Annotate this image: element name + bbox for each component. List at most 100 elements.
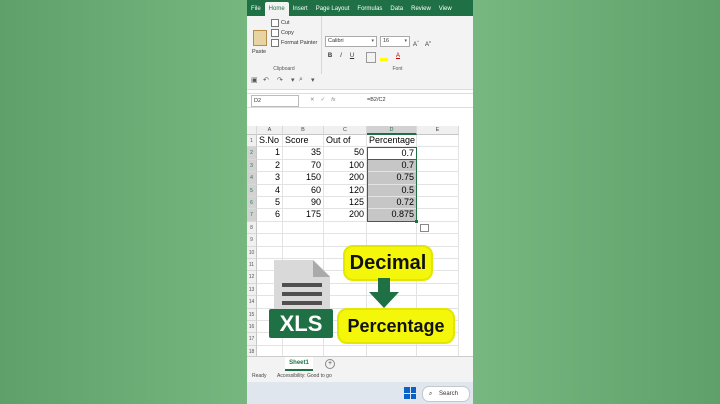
cell-d5[interactable]: 0.5: [367, 184, 417, 197]
undo-icon[interactable]: ↶: [263, 76, 269, 84]
row-header-17[interactable]: 17: [247, 333, 257, 346]
cell-b8[interactable]: [283, 221, 324, 235]
accessibility-status[interactable]: Accessibility: Good to go: [277, 371, 332, 382]
column-header-e[interactable]: E: [417, 126, 459, 135]
cell-d3[interactable]: 0.7: [367, 159, 417, 173]
sheet-tab-sheet1[interactable]: Sheet1: [285, 357, 313, 371]
cell-a10[interactable]: [257, 246, 283, 259]
cell-a4[interactable]: 3: [257, 172, 283, 185]
cell-e1[interactable]: [417, 135, 459, 148]
cell-a9[interactable]: [257, 234, 283, 247]
row-header-9[interactable]: 9: [247, 234, 257, 247]
cell-a2[interactable]: 1: [257, 147, 283, 160]
row-header-14[interactable]: 14: [247, 296, 257, 309]
bold-button[interactable]: B: [326, 52, 334, 61]
cell-d2[interactable]: 0.7: [367, 147, 417, 160]
function-icon[interactable]: fx: [331, 97, 335, 103]
add-sheet-button[interactable]: +: [325, 359, 335, 369]
cancel-icon[interactable]: ✕: [310, 97, 315, 103]
name-box[interactable]: D2: [251, 95, 299, 107]
cell-a8[interactable]: [257, 221, 283, 235]
cell-b10[interactable]: [283, 246, 324, 259]
cell-c6[interactable]: 125: [324, 197, 367, 210]
paste-icon[interactable]: [253, 30, 267, 46]
tab-formulas[interactable]: Formulas: [353, 2, 386, 16]
cell-c3[interactable]: 100: [324, 159, 367, 173]
cell-e14[interactable]: [417, 296, 459, 309]
cell-e7[interactable]: [417, 209, 459, 222]
cell-d1[interactable]: Percentage: [367, 135, 417, 148]
select-all-corner[interactable]: [247, 126, 257, 135]
tab-view[interactable]: View: [435, 2, 456, 16]
cell-b5[interactable]: 60: [283, 184, 324, 197]
formula-input[interactable]: =B2/C2: [367, 95, 386, 105]
quick-analysis-icon[interactable]: [420, 223, 429, 232]
italic-button[interactable]: I: [337, 52, 345, 61]
cell-a1[interactable]: S.No: [257, 135, 283, 148]
tab-review[interactable]: Review: [407, 2, 435, 16]
cell-b2[interactable]: 35: [283, 147, 324, 160]
row-header-5[interactable]: 5: [247, 184, 257, 197]
cell-a7[interactable]: 6: [257, 209, 283, 222]
cell-b7[interactable]: 175: [283, 209, 324, 222]
cell-c14[interactable]: [324, 296, 367, 309]
tab-data[interactable]: Data: [386, 2, 407, 16]
copy-button[interactable]: Copy: [271, 29, 294, 37]
column-header-d[interactable]: D: [367, 126, 417, 135]
tab-page-layout[interactable]: Page Layout: [312, 2, 354, 16]
cell-e6[interactable]: [417, 197, 459, 210]
tab-home[interactable]: Home: [264, 2, 289, 16]
cell-c1[interactable]: Out of: [324, 135, 367, 148]
cell-e5[interactable]: [417, 184, 459, 197]
cell-b6[interactable]: 90: [283, 197, 324, 210]
cell-d4[interactable]: 0.75: [367, 172, 417, 185]
column-header-c[interactable]: C: [324, 126, 367, 135]
save-icon[interactable]: ▣: [251, 76, 258, 84]
borders-icon[interactable]: [366, 52, 376, 63]
font-family-select[interactable]: Calibri ▾: [325, 36, 377, 47]
cut-button[interactable]: Cut: [271, 19, 290, 27]
cell-e4[interactable]: [417, 172, 459, 185]
cell-d6[interactable]: 0.72: [367, 197, 417, 210]
row-header-10[interactable]: 10: [247, 246, 257, 259]
fill-handle[interactable]: [415, 219, 418, 223]
cell-c13[interactable]: [324, 283, 367, 297]
row-header-15[interactable]: 15: [247, 308, 257, 321]
cell-d8[interactable]: [367, 221, 417, 235]
font-size-select[interactable]: 16 ▾: [380, 36, 410, 47]
cell-a5[interactable]: 4: [257, 184, 283, 197]
cell-d7[interactable]: 0.875: [367, 209, 417, 222]
fill-color-icon[interactable]: [380, 58, 388, 61]
decrease-font-icon[interactable]: Av: [424, 37, 432, 48]
format-painter-button[interactable]: Format Painter: [271, 39, 317, 47]
row-header-3[interactable]: 3: [247, 159, 257, 173]
row-header-12[interactable]: 12: [247, 271, 257, 284]
redo-icon[interactable]: ↷: [277, 76, 283, 84]
cell-e3[interactable]: [417, 159, 459, 173]
row-header-1[interactable]: 1: [247, 135, 257, 148]
cell-c7[interactable]: 200: [324, 209, 367, 222]
row-header-4[interactable]: 4: [247, 172, 257, 185]
row-header-2[interactable]: 2: [247, 147, 257, 160]
cell-b9[interactable]: [283, 234, 324, 247]
cell-e2[interactable]: [417, 147, 459, 160]
column-header-b[interactable]: B: [283, 126, 324, 135]
chevron-down-icon[interactable]: ▾: [291, 76, 295, 84]
increase-font-icon[interactable]: A^: [412, 37, 420, 48]
search-icon[interactable]: ⌕: [299, 76, 303, 84]
underline-button[interactable]: U: [348, 52, 356, 61]
row-header-16[interactable]: 16: [247, 321, 257, 334]
cell-c8[interactable]: [324, 221, 367, 235]
cell-c5[interactable]: 120: [324, 184, 367, 197]
row-header-11[interactable]: 11: [247, 259, 257, 272]
tab-insert[interactable]: Insert: [289, 2, 312, 16]
windows-start-icon[interactable]: [404, 387, 416, 399]
taskbar-search[interactable]: ⌕ Search: [422, 386, 470, 402]
cell-b3[interactable]: 70: [283, 159, 324, 173]
cell-a6[interactable]: 5: [257, 197, 283, 210]
column-header-a[interactable]: A: [257, 126, 283, 135]
row-header-6[interactable]: 6: [247, 197, 257, 210]
cell-c2[interactable]: 50: [324, 147, 367, 160]
tab-file[interactable]: File: [247, 2, 265, 16]
paste-button[interactable]: Paste: [252, 49, 266, 55]
